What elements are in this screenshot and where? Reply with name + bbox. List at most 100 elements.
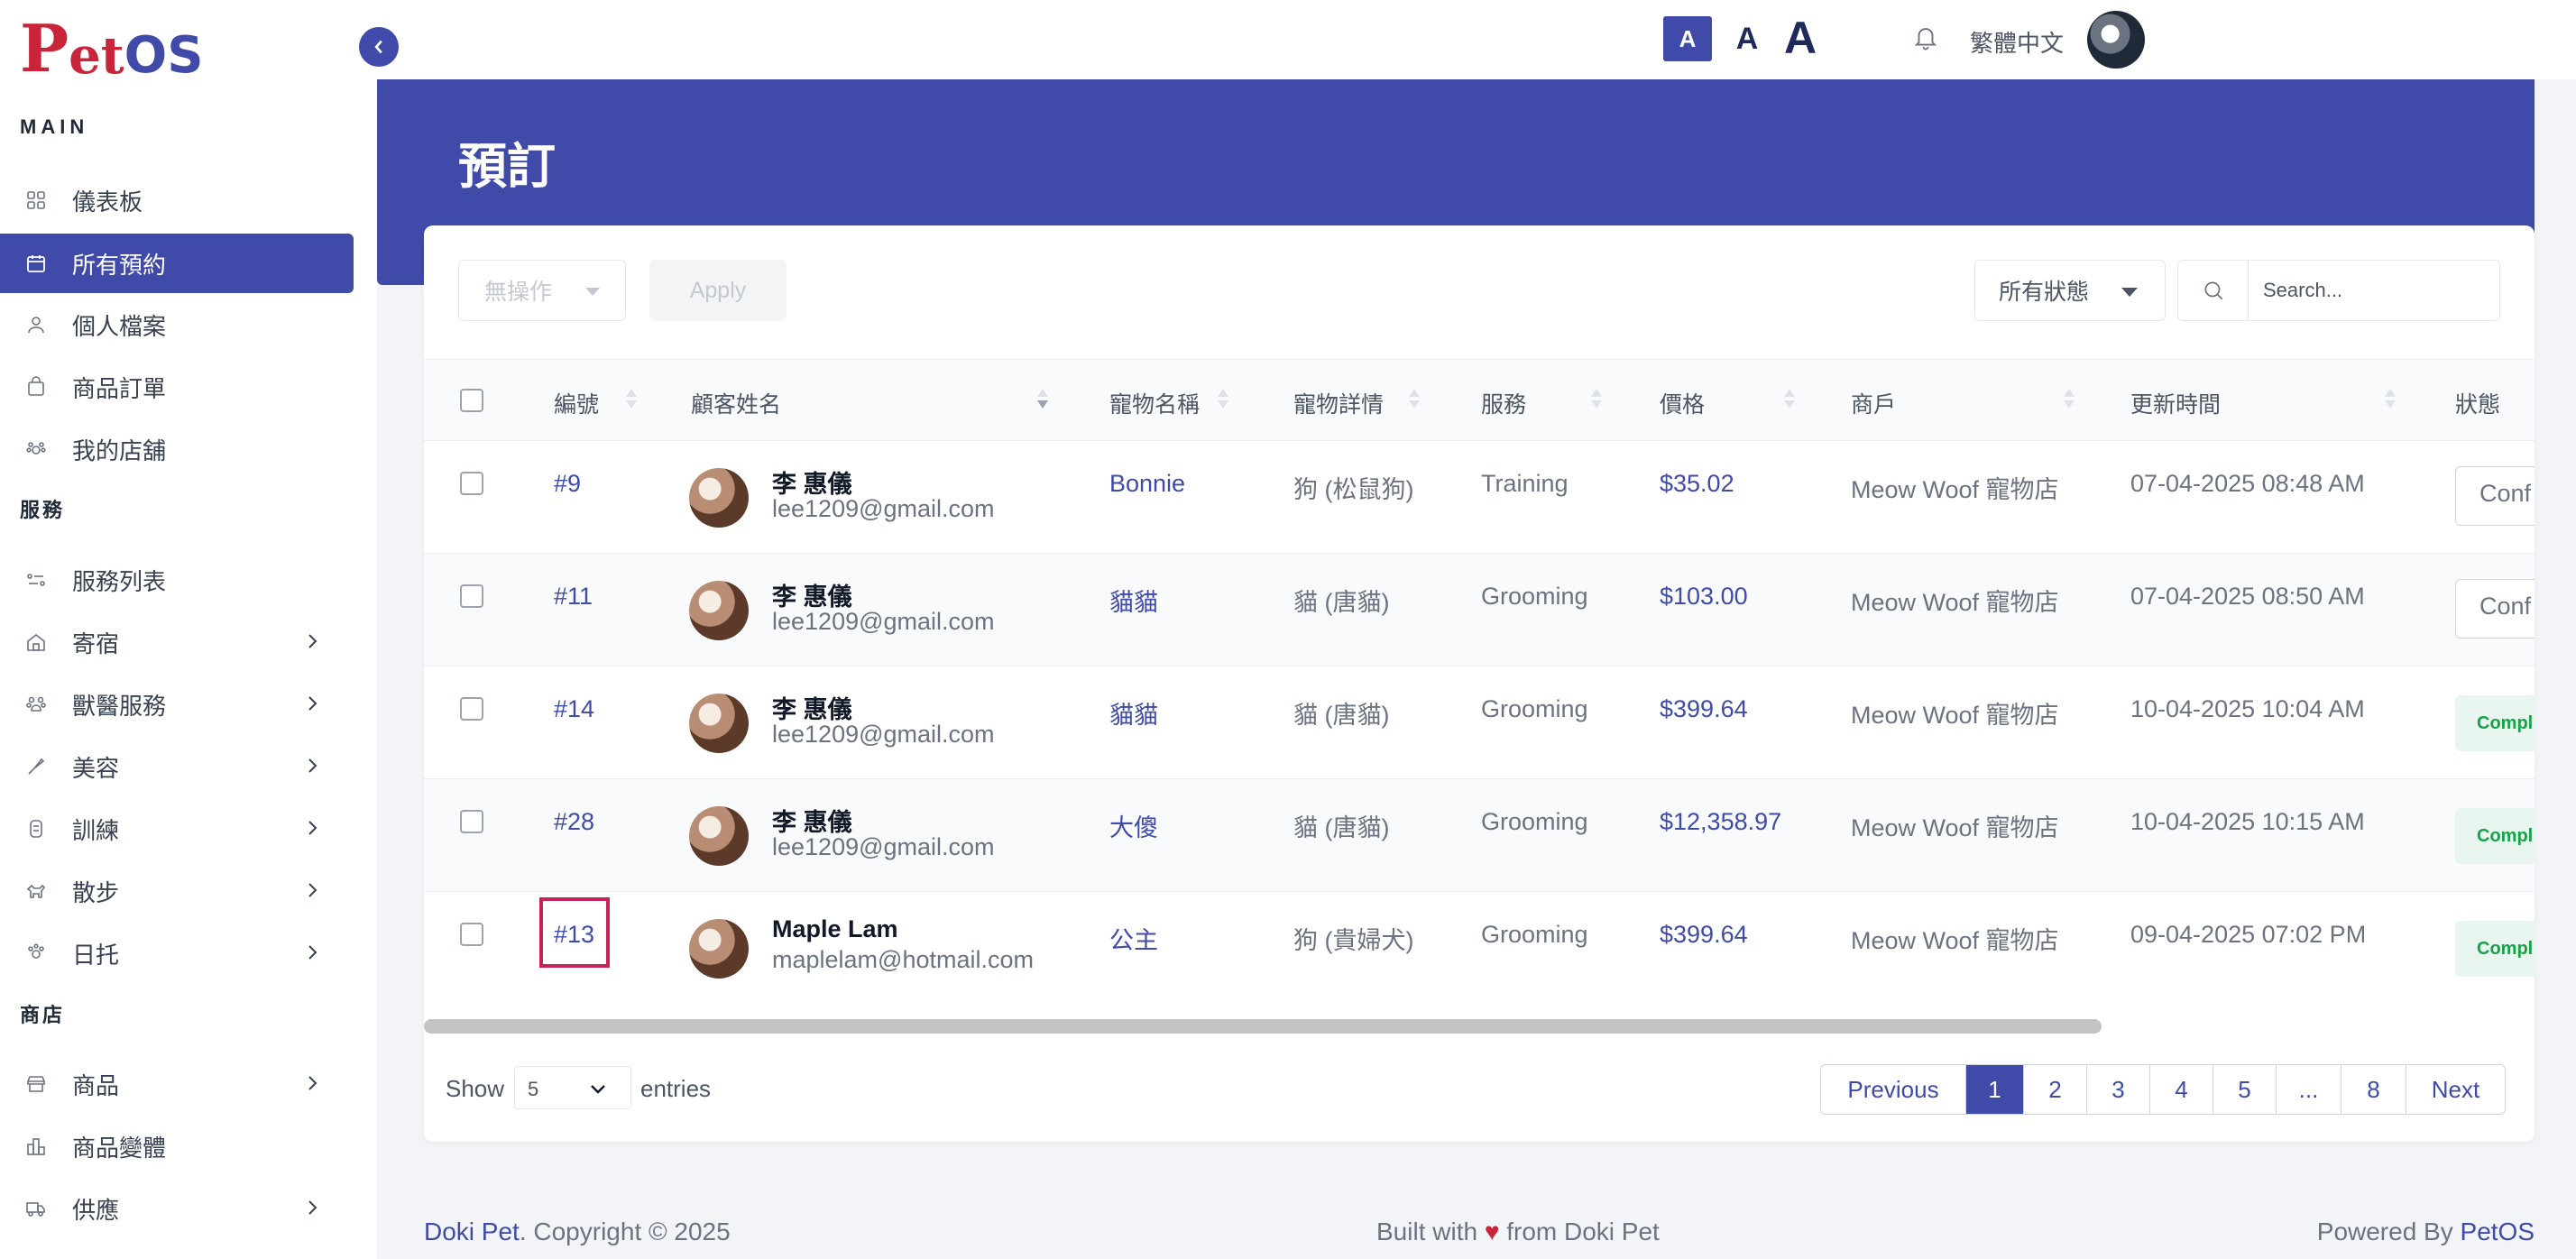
font-size-medium-button[interactable]: A	[1725, 16, 1770, 61]
column-header-price[interactable]: 價格	[1660, 387, 1705, 419]
sort-icon[interactable]	[1591, 389, 1602, 410]
sidebar-item-products[interactable]: 商品	[0, 1054, 354, 1114]
next-page-button[interactable]: Next	[2406, 1065, 2505, 1114]
font-size-small-button[interactable]: A	[1663, 16, 1712, 61]
search-input[interactable]	[2249, 279, 2492, 302]
pet-name-link[interactable]: 貓貓	[1109, 583, 1158, 618]
column-header-id[interactable]: 編號	[554, 387, 599, 419]
language-switcher[interactable]: 繁體中文	[1970, 25, 2064, 59]
column-header-updated[interactable]: 更新時間	[2130, 387, 2221, 419]
row-checkbox[interactable]	[460, 923, 483, 946]
sidebar-item-walking[interactable]: 散步	[0, 861, 354, 921]
sort-icon[interactable]	[1037, 389, 1048, 410]
footer-brand-link[interactable]: Doki Pet	[424, 1218, 520, 1245]
footer-copyright-text: . Copyright © 2025	[519, 1218, 731, 1245]
sidebar-item-dashboard[interactable]: 儀表板	[0, 170, 354, 230]
sort-icon[interactable]	[2385, 389, 2396, 410]
pet-name-link[interactable]: 大傻	[1109, 808, 1158, 843]
price: $103.00	[1660, 583, 1748, 610]
page-button-8[interactable]: 8	[2341, 1065, 2406, 1114]
sidebar-item-daycare[interactable]: 日托	[0, 924, 354, 983]
vet-icon	[23, 692, 49, 717]
daycare-icon	[23, 941, 49, 966]
pet-name-link[interactable]: Bonnie	[1109, 470, 1185, 498]
booking-id-link[interactable]: #11	[554, 583, 593, 611]
user-avatar[interactable]	[2087, 11, 2145, 69]
sidebar-item-supply[interactable]: 供應	[0, 1179, 354, 1238]
training-icon	[23, 816, 49, 841]
row-checkbox[interactable]	[460, 810, 483, 833]
section-label-services: 服務	[20, 499, 66, 521]
footer-built-with: Built with ♥ from Doki Pet	[1376, 1218, 1660, 1246]
previous-page-button[interactable]: Previous	[1821, 1065, 1965, 1114]
font-size-large-button[interactable]: A	[1773, 11, 1827, 65]
booking-id-link[interactable]: #9	[554, 470, 581, 498]
sort-icon[interactable]	[2064, 389, 2075, 410]
column-header-merchant[interactable]: 商戶	[1851, 387, 1896, 419]
page-button-3[interactable]: 3	[2086, 1065, 2149, 1114]
bell-icon[interactable]	[1912, 23, 1939, 57]
walk-icon	[23, 878, 49, 904]
column-header-service[interactable]: 服務	[1481, 387, 1526, 419]
page-button-4[interactable]: 4	[2149, 1065, 2213, 1114]
sort-icon[interactable]	[1784, 389, 1795, 410]
row-checkbox[interactable]	[460, 584, 483, 608]
footer-petos-link[interactable]: PetOS	[2461, 1218, 2535, 1245]
page-size-value: 5	[528, 1078, 539, 1100]
petos-logo[interactable]: Pet OS	[20, 10, 204, 87]
confirm-button[interactable]: Conf	[2455, 466, 2535, 526]
sidebar-item-grooming[interactable]: 美容	[0, 737, 354, 796]
sort-icon[interactable]	[1218, 389, 1228, 410]
bookings-card: 無操作 Apply 所有狀態 編號 顧客姓名 寵物名稱 寵物詳情 服務 價格 商…	[424, 225, 2535, 1142]
column-header-pet-details[interactable]: 寵物詳情	[1293, 387, 1384, 419]
heart-icon: ♥	[1484, 1218, 1500, 1245]
logo-letter-p: P	[20, 10, 69, 87]
pet-details: 貓 (唐貓)	[1293, 702, 1390, 729]
page-button-5[interactable]: 5	[2213, 1065, 2276, 1114]
booking-id-link[interactable]: #13	[554, 921, 594, 949]
sidebar-item-product-variants[interactable]: 商品變體	[0, 1117, 354, 1176]
updated-time: 10-04-2025 10:15 AM	[2130, 808, 2365, 835]
sidebar-collapse-button[interactable]	[359, 27, 399, 67]
confirm-button[interactable]: Conf	[2455, 579, 2535, 639]
sort-icon[interactable]	[626, 389, 637, 410]
merchant-name: Meow Woof 寵物店	[1851, 702, 2059, 729]
sidebar-item-label: 商品訂單	[72, 374, 167, 402]
row-checkbox[interactable]	[460, 697, 483, 721]
sidebar-item-label: 所有預約	[72, 251, 167, 279]
caret-down-icon	[2121, 288, 2138, 297]
sidebar-item-my-store[interactable]: 我的店舖	[0, 419, 354, 479]
column-header-status[interactable]: 狀態	[2455, 387, 2500, 419]
sidebar-item-label: 儀表板	[72, 188, 143, 216]
sidebar-item-product-orders[interactable]: 商品訂單	[0, 357, 354, 417]
sort-icon[interactable]	[1409, 389, 1420, 410]
bulk-action-value: 無操作	[484, 280, 553, 305]
sidebar-item-boarding[interactable]: 寄宿	[0, 612, 354, 672]
merchant-name: Meow Woof 寵物店	[1851, 476, 2059, 503]
sidebar-item-label: 獸醫服務	[72, 692, 167, 720]
column-header-pet-name[interactable]: 寵物名稱	[1109, 387, 1200, 419]
sidebar-item-training[interactable]: 訓練	[0, 799, 354, 859]
select-all-checkbox[interactable]	[460, 389, 483, 412]
page-button-2[interactable]: 2	[2023, 1065, 2086, 1114]
pet-details: 貓 (唐貓)	[1293, 589, 1390, 616]
booking-id-link[interactable]: #28	[554, 808, 594, 836]
sidebar-item-profile[interactable]: 個人檔案	[0, 295, 354, 354]
apply-button[interactable]: Apply	[649, 260, 787, 321]
horizontal-scrollbar[interactable]	[424, 1019, 2102, 1034]
row-checkbox[interactable]	[460, 472, 483, 495]
status-filter-select[interactable]: 所有狀態	[1974, 260, 2166, 321]
booking-id-link[interactable]: #14	[554, 695, 594, 723]
page-button-1[interactable]: 1	[1965, 1065, 2023, 1114]
updated-time: 10-04-2025 10:04 AM	[2130, 695, 2365, 722]
pet-name-link[interactable]: 貓貓	[1109, 695, 1158, 731]
sidebar-item-vet[interactable]: 獸醫服務	[0, 675, 354, 734]
column-header-customer[interactable]: 顧客姓名	[691, 387, 781, 419]
sidebar-item-service-list[interactable]: 服務列表	[0, 550, 354, 610]
logo-letters-os: OS	[124, 26, 204, 85]
merchant-name: Meow Woof 寵物店	[1851, 927, 2059, 954]
pet-name-link[interactable]: 公主	[1109, 921, 1158, 956]
sidebar-item-all-bookings[interactable]: 所有預約	[0, 234, 354, 293]
bulk-action-select[interactable]: 無操作	[458, 260, 626, 321]
page-size-select[interactable]: 5	[514, 1066, 631, 1109]
